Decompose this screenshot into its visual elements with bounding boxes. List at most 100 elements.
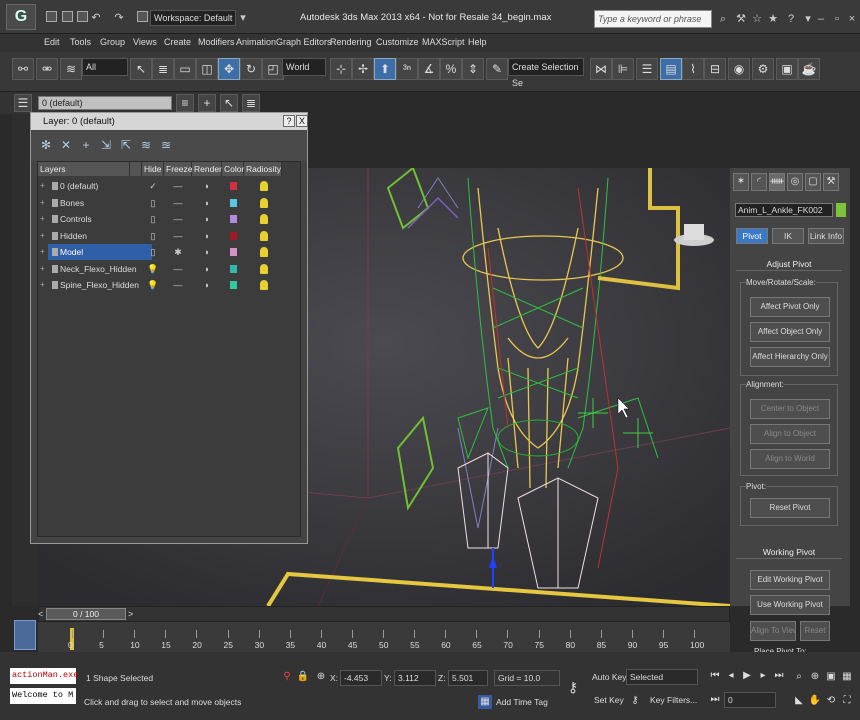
add-selected-icon[interactable]: + (79, 137, 93, 153)
add-to-layer-icon[interactable]: + (198, 94, 216, 112)
select-scale-icon[interactable]: ◰ (262, 58, 284, 80)
layer-name[interactable]: Model (48, 244, 152, 260)
expand-icon[interactable]: + (40, 182, 46, 190)
layer-color-swatch[interactable] (230, 264, 237, 273)
select-link-icon[interactable]: ⚯ (12, 58, 34, 80)
motion-tab-icon[interactable]: ◎ (787, 173, 803, 191)
expand-icon[interactable]: + (40, 215, 46, 223)
hide-toggle[interactable]: 💡 (142, 261, 164, 277)
layer-name[interactable]: Bones (48, 195, 152, 211)
key-mode-toggle-icon[interactable]: ⏭ (708, 693, 722, 707)
layer-color-swatch[interactable] (230, 231, 237, 240)
keyboard-shortcut-icon[interactable]: ⬆ (374, 58, 396, 80)
hide-toggle[interactable]: ▯ (142, 228, 164, 244)
layer-name[interactable]: Spine_Flexo_Hidden (48, 277, 152, 293)
manage-layers-icon[interactable]: ☰ (14, 94, 32, 112)
menu-graph-editors[interactable]: Graph Editors (276, 37, 332, 47)
layer-color-swatch[interactable] (230, 281, 237, 289)
percent-snap-icon[interactable]: % (440, 58, 462, 80)
layer-color-swatch[interactable] (230, 215, 237, 223)
layer-manager-icon[interactable]: ☰ (636, 58, 658, 80)
close-icon[interactable]: × (845, 12, 859, 26)
window-crossing-icon[interactable]: ◫ (196, 58, 218, 80)
layer-row[interactable]: + Bones ▯ — ◗ (38, 195, 300, 211)
col-layers[interactable]: Layers (38, 162, 130, 176)
add-time-tag-icon[interactable]: ▦ (478, 695, 492, 709)
key-filters-button[interactable]: Key Filters... (650, 695, 697, 705)
time-slider-left-icon[interactable]: < (38, 608, 46, 620)
curve-editor-icon[interactable]: ⌇ (682, 58, 704, 80)
material-editor-icon[interactable]: ◉ (728, 58, 750, 80)
utilities-tab-icon[interactable]: ⚒ (823, 173, 839, 191)
minimize-icon[interactable]: – (814, 12, 828, 26)
field-of-view-icon[interactable]: ◣ (792, 694, 806, 708)
freeze-toggle[interactable]: — (164, 178, 192, 194)
select-object-icon[interactable]: ↖ (130, 58, 152, 80)
render-production-icon[interactable]: ☕ (798, 58, 820, 80)
col-radiosity[interactable]: Radiosity (244, 162, 282, 176)
pivot-center-icon[interactable]: ⊹ (330, 58, 352, 80)
mini-curve-editor-icon[interactable] (14, 620, 36, 650)
open-file-icon[interactable] (62, 11, 73, 22)
go-to-start-icon[interactable]: ⏮ (708, 669, 722, 683)
select-in-layer-icon[interactable]: ↖ (220, 94, 238, 112)
expand-icon[interactable]: + (40, 248, 46, 256)
project-folder-icon[interactable] (137, 11, 148, 22)
pan-view-icon[interactable]: ✋ (808, 694, 822, 708)
spinner-snap-icon[interactable]: ⇕ (462, 58, 484, 80)
zoom-extents-all-icon[interactable]: ▦ (840, 670, 854, 684)
angle-snap-icon[interactable]: ∡ (418, 58, 440, 80)
create-layer-icon[interactable]: ≡ (176, 94, 194, 112)
layer-row[interactable]: + Hidden ▯ — ◗ (38, 228, 300, 244)
menu-edit[interactable]: Edit (44, 37, 60, 47)
dialog-close-button[interactable]: X (296, 115, 308, 127)
render-toggle-icon[interactable]: ◗ (192, 228, 222, 244)
maxscript-listener-input[interactable]: Welcome to M (10, 688, 76, 704)
col-hide[interactable]: Hide (142, 162, 164, 176)
render-toggle-icon[interactable]: ◗ (192, 277, 222, 293)
menu-create[interactable]: Create (164, 37, 191, 47)
absolute-mode-icon[interactable]: ⊕ (314, 670, 328, 684)
isolate-selection-icon[interactable]: ⚲ (280, 670, 294, 684)
highlight-selected-icon[interactable]: ⇱ (119, 137, 133, 153)
expand-icon[interactable]: + (40, 231, 46, 240)
go-to-end-icon[interactable]: ⏭ (772, 669, 786, 683)
layer-color-swatch[interactable] (230, 198, 237, 207)
dialog-help-button[interactable]: ? (283, 115, 295, 127)
time-slider-thumb[interactable]: 0 / 100 (46, 608, 126, 620)
schematic-view-icon[interactable]: ⊟ (704, 58, 726, 80)
render-toggle-icon[interactable]: ◗ (192, 211, 222, 227)
communication-center-icon[interactable]: ⚒ (734, 12, 748, 26)
menu-rendering[interactable]: Rendering (330, 37, 372, 47)
named-selection-dropdown[interactable]: Create Selection Se (508, 58, 584, 88)
rect-selection-icon[interactable]: ▭ (174, 58, 196, 80)
freeze-toggle[interactable]: — (164, 211, 192, 227)
next-frame-icon[interactable]: ▸ (756, 669, 770, 683)
set-current-layer-icon[interactable]: ≣ (242, 94, 260, 112)
new-file-icon[interactable] (46, 11, 57, 22)
workspace-dropdown[interactable]: Workspace: Default (150, 10, 236, 26)
customize-toolbar-icon[interactable]: ▾ (236, 11, 250, 25)
expand-icon[interactable]: + (40, 264, 46, 273)
search-input[interactable]: Type a keyword or phrase (594, 10, 712, 28)
freeze-toggle[interactable]: — (164, 195, 192, 211)
auto-key-button[interactable]: Auto Key (592, 672, 627, 682)
select-highlighted-icon[interactable]: ⇲ (99, 137, 113, 153)
affect-pivot-only-button[interactable]: Affect Pivot Only (750, 297, 830, 317)
layer-row[interactable]: + Model ▯ ✱ ◗ (38, 244, 300, 260)
star-icon[interactable]: ★ (766, 12, 780, 26)
layer-color-swatch[interactable] (230, 248, 237, 256)
current-frame-field[interactable]: 0 (724, 692, 776, 708)
menu-maxscript[interactable]: MAXScript (422, 37, 465, 47)
selection-lock-icon[interactable]: 🔒 (296, 670, 310, 684)
edit-working-pivot-button[interactable]: Edit Working Pivot (750, 570, 830, 590)
snaps-toggle-icon[interactable]: ³ⁿ (396, 58, 418, 80)
help-dropdown-icon[interactable]: ▾ (801, 12, 815, 26)
save-file-icon[interactable] (77, 11, 88, 22)
render-toggle-icon[interactable]: ◗ (192, 244, 222, 260)
key-mode-dropdown[interactable]: Selected (626, 669, 698, 685)
select-rotate-icon[interactable]: ↻ (240, 58, 262, 80)
display-tab-icon[interactable]: ▢ (805, 173, 821, 191)
menu-group[interactable]: Group (100, 37, 125, 47)
align-icon[interactable]: ⊫ (612, 58, 634, 80)
